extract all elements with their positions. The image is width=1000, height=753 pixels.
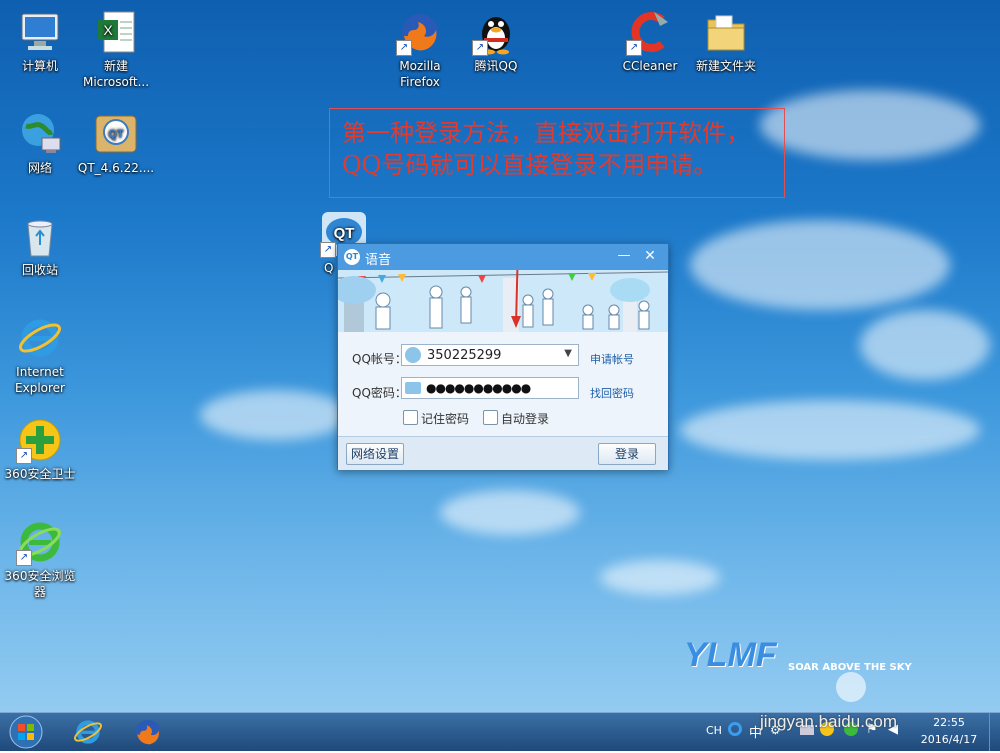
qt-banner-illustration: [338, 270, 668, 332]
desktop-icon-label: 网络: [27, 161, 52, 175]
desktop-icon-label: 回收站: [21, 263, 58, 277]
qq-account-label: QQ帐号：: [352, 352, 407, 366]
taskbar-firefox-button[interactable]: [132, 716, 164, 748]
qq-penguin-icon: ↗: [472, 8, 520, 56]
360-guard-icon: ↗: [16, 416, 64, 464]
chevron-down-icon[interactable]: ▼: [564, 348, 572, 359]
qt-installer-icon: QT: [92, 110, 140, 158]
computer-icon: [16, 8, 64, 56]
qq-account-value: 350225299: [427, 348, 502, 363]
baidu-watermark: [740, 670, 990, 712]
svg-text:QT: QT: [334, 225, 355, 242]
desktop-icon-label: Mozilla Firefox: [399, 59, 441, 89]
clock[interactable]: 22:55 2016/4/17: [918, 716, 980, 746]
desktop-icon-label: 360安全卫士: [4, 467, 76, 481]
windows-logo-icon: [9, 715, 43, 749]
qq-pinyin-icon[interactable]: [728, 722, 742, 736]
ccleaner-icon: ↗: [626, 8, 674, 56]
desktop-icon-label: Q: [324, 261, 334, 275]
ie-icon: [16, 314, 64, 362]
desktop-icon-firefox[interactable]: ↗ Mozilla Firefox: [380, 8, 460, 90]
desktop-icon-ccleaner[interactable]: ↗ CCleaner: [610, 8, 690, 74]
account-avatar-icon: [405, 347, 421, 363]
desktop-icon-360-guard[interactable]: ↗ 360安全卫士: [0, 416, 80, 482]
qq-password-label: QQ密码：: [352, 386, 407, 400]
qt-login-window[interactable]: QT 语音 — ✕ QQ帐号： 350225299 ▼ 申请帐号 QQ密码： ●…: [337, 243, 669, 470]
show-desktop-button[interactable]: [989, 713, 1000, 751]
clock-date: 2016/4/17: [920, 733, 978, 746]
desktop-icon-network[interactable]: 网络: [0, 110, 80, 176]
baidu-paw-icon: [836, 672, 866, 702]
network-settings-button[interactable]: 网络设置: [346, 443, 404, 465]
firefox-icon: ↗: [396, 8, 444, 56]
remember-password-label: 记住密码: [421, 412, 470, 426]
window-titlebar[interactable]: QT 语音 — ✕: [338, 244, 668, 270]
shortcut-arrow-icon: ↗: [320, 242, 336, 258]
recover-password-link[interactable]: 找回密码: [590, 385, 634, 401]
desktop-icon-internet-explorer[interactable]: Internet Explorer: [0, 314, 80, 396]
shortcut-arrow-icon: ↗: [16, 448, 32, 464]
ie-icon: [74, 720, 102, 744]
taskbar-ie-button[interactable]: [72, 716, 104, 748]
register-account-link[interactable]: 申请帐号: [590, 351, 634, 367]
ime-indicator[interactable]: CH: [706, 724, 722, 737]
qq-password-input[interactable]: ●●●●●●●●●●●: [401, 377, 579, 399]
qq-password-value: ●●●●●●●●●●●: [426, 381, 531, 395]
remember-password-checkbox[interactable]: [403, 410, 418, 425]
network-icon: [16, 110, 64, 158]
shortcut-arrow-icon: ↗: [626, 40, 642, 56]
svg-text:X: X: [103, 22, 113, 38]
close-icon[interactable]: ✕: [640, 246, 660, 266]
desktop-icon-computer[interactable]: 计算机: [0, 8, 80, 74]
login-button[interactable]: 登录: [598, 443, 656, 465]
desktop-icon-label: 计算机: [21, 59, 58, 73]
desktop-icon-label: 360安全浏览器: [4, 569, 76, 599]
folder-icon: [702, 8, 750, 56]
desktop-icon-new-folder[interactable]: 新建文件夹: [686, 8, 766, 74]
clock-time: 22:55: [933, 716, 965, 729]
shortcut-arrow-icon: ↗: [472, 40, 488, 56]
tutorial-annotation: 第一种登录方法，直接双击打开软件， QQ号码就可以直接登录不用申请。: [329, 108, 785, 198]
desktop-icon-label: CCleaner: [622, 59, 678, 73]
annotation-line-1: 第一种登录方法，直接双击打开软件，: [342, 119, 750, 147]
desktop-icon-qt-installer[interactable]: QT QT_4.6.22....: [76, 110, 156, 176]
desktop[interactable]: 计算机 X 新建Microsoft... 网络 QT QT_4.6.22....…: [0, 0, 1000, 712]
auto-login-label: 自动登录: [501, 412, 550, 426]
desktop-icon-label: QT_4.6.22....: [77, 161, 155, 175]
desktop-icon-360-browser[interactable]: ↗ 360安全浏览器: [0, 518, 80, 600]
qq-account-combobox[interactable]: 350225299 ▼: [401, 344, 579, 366]
auto-login-checkbox[interactable]: [483, 410, 498, 425]
desktop-icon-excel[interactable]: X 新建Microsoft...: [76, 8, 156, 90]
desktop-icon-label: 新建Microsoft...: [82, 59, 150, 89]
recycle-bin-icon: [16, 212, 64, 260]
qt-logo-icon: QT: [344, 249, 360, 265]
shortcut-arrow-icon: ↗: [396, 40, 412, 56]
360-browser-icon: ↗: [16, 518, 64, 566]
start-button[interactable]: [6, 715, 46, 749]
annotation-line-2: QQ号码就可以直接登录不用申请。: [342, 151, 718, 179]
svg-text:QT: QT: [108, 128, 124, 140]
firefox-icon: [136, 720, 160, 745]
window-title: 语音: [365, 253, 392, 268]
desktop-icon-recycle-bin[interactable]: 回收站: [0, 212, 80, 278]
keyboard-icon[interactable]: [405, 382, 421, 394]
desktop-icon-label: 新建文件夹: [695, 59, 756, 73]
baidu-watermark-text: jingyan.baidu.com: [760, 712, 898, 731]
excel-icon: X: [92, 8, 140, 56]
minimize-button[interactable]: —: [614, 246, 634, 266]
desktop-icon-qq[interactable]: ↗ 腾讯QQ: [456, 8, 536, 74]
desktop-icon-label: 腾讯QQ: [474, 59, 518, 73]
shortcut-arrow-icon: ↗: [16, 550, 32, 566]
desktop-icon-label: Internet Explorer: [15, 365, 65, 395]
